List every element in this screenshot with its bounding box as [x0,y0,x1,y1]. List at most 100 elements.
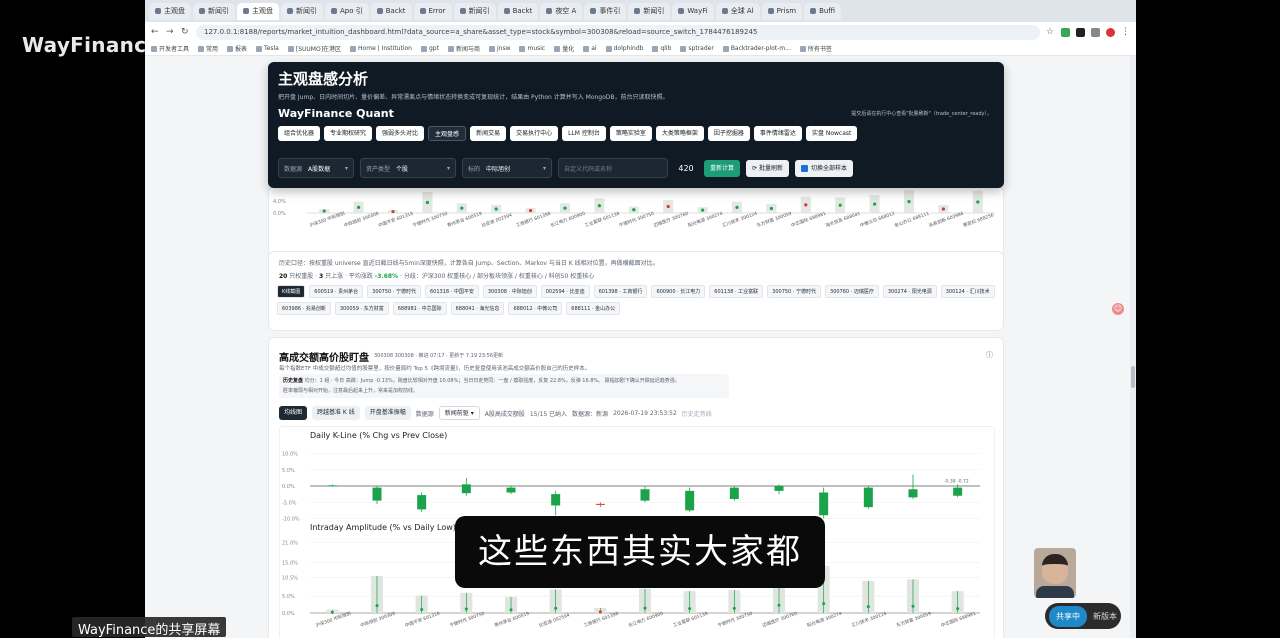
bookmark-label: [SUUMO]在港区 [295,46,342,53]
bookmark-item[interactable]: music [519,45,545,52]
bookmark-item[interactable]: qlib [652,45,671,52]
scrollbar-thumb[interactable] [1131,366,1135,388]
browser-tab[interactable]: 主观盘 [149,2,191,20]
back-icon[interactable]: ← [151,27,160,37]
symbol-chip[interactable]: 688981 · 中芯国际 [392,302,447,315]
module-nav-item[interactable]: 事件情绪雷达 [753,126,802,141]
bookmark-item[interactable]: Tesla [256,45,279,52]
forward-icon[interactable]: → [166,27,175,37]
symbol-chip[interactable]: 300059 · 东方财富 [334,302,389,315]
bookmark-item[interactable]: 所有书签 [799,44,832,53]
ledger-source-select[interactable]: 新闻前驱 ▾ [438,406,480,420]
browser-tab[interactable]: 新闻引 [453,2,496,20]
page-scrollbar[interactable] [1130,56,1136,638]
browser-tab[interactable]: Backt [370,2,412,20]
browser-tab[interactable]: Apo 引 [325,2,369,20]
floating-helper-icon[interactable]: ☺ [1112,303,1124,315]
browser-tab[interactable]: 主观盘 [237,2,279,20]
browser-tab[interactable]: Prism [761,2,803,20]
symbol-chip[interactable]: 002594 · 比亚迪 [540,285,590,298]
value-dot [632,208,636,212]
symbol-chip[interactable]: 300308 · 中际旭创 [482,285,537,298]
browser-tab[interactable]: WayFi [672,2,714,20]
info-icon[interactable]: ⓘ [986,350,993,360]
symbol-chip[interactable]: 600519 · 贵州茅台 [309,285,364,298]
browser-tab[interactable]: 新闻引 [193,2,235,20]
bookmark-item[interactable]: ai [583,45,597,52]
page-title: 主观盘感分析 [278,70,369,88]
symbol-chip[interactable]: 300124 · 汇川技术 [940,285,995,298]
browser-tab[interactable]: Error [413,2,452,20]
star-icon[interactable]: ☆ [1046,27,1055,37]
module-nav-item[interactable]: 强弱多头对比 [376,126,425,141]
extension-icon[interactable] [1091,27,1100,37]
y-tick-label: -5.0% [282,500,297,506]
extension-icon[interactable] [1076,27,1085,37]
symbol-chip[interactable]: 601398 · 工商银行 [593,285,648,298]
module-nav-item[interactable]: 专业期权研究 [324,126,373,141]
symbol-chip[interactable]: 688012 · 中微公司 [508,302,563,315]
bookmark-item[interactable]: jnsw [488,45,510,52]
bookmark-item[interactable]: Backtrader-plot-m... [722,45,791,52]
module-nav-item[interactable]: 策略实验室 [609,126,652,141]
menu-icon[interactable]: ⋮ [1121,27,1130,37]
asset-type-select[interactable]: 资产类型 个股 ▾ [360,158,456,178]
symbol-chip[interactable]: 688111 · 金山办公 [566,302,621,315]
bookmark-item[interactable]: sptrader [680,45,714,52]
browser-tab[interactable]: Buffi [804,2,842,20]
candle-body [551,494,561,506]
browser-tab[interactable]: 全球 Al [715,2,760,20]
address-input[interactable]: 127.0.0.1:8188/reports/market_intuition_… [196,24,1040,40]
folder-icon [799,45,806,52]
tab-kline[interactable]: 均线图 [279,406,308,420]
module-nav-item[interactable]: 新闻交易 [470,126,507,141]
module-nav-item[interactable]: 主观盘感 [428,126,467,141]
browser-tab[interactable]: 事件引 [584,2,627,20]
bookmark-item[interactable]: 开发者工具 [151,44,189,53]
batch-refresh-button[interactable]: ⟳ 批量刷新 [746,159,789,177]
bookmark-item[interactable]: 新闻与商 [447,44,480,53]
module-nav-item[interactable]: 大类策略框架 [655,126,704,141]
module-nav-item[interactable]: LLM 控制台 [562,126,606,141]
symbol-chip[interactable]: 601138 · 工业富联 [709,285,764,298]
meeting-watermark: WayFinance [22,33,161,57]
symbol-select[interactable]: 标的 中际旭创 ▾ [462,158,552,178]
bookmark-item[interactable]: gpt [420,45,439,52]
browser-tab[interactable]: 夜空 A [540,2,583,20]
module-nav-item[interactable]: 因子挖掘器 [707,126,750,141]
bookmark-item[interactable]: 量化 [554,44,574,53]
bookmark-item[interactable]: dolphindb [605,45,643,52]
browser-tab[interactable]: 新闻引 [628,2,671,20]
symbol-chip[interactable]: 300274 · 阳光电源 [882,285,937,298]
bookmark-item[interactable]: [SUUMO]在港区 [287,44,342,53]
bookmark-item[interactable]: Home | Institution [350,45,412,52]
symbol-chip[interactable]: 601318 · 中国平安 [425,285,479,298]
module-nav-item[interactable]: 组合优化器 [278,126,321,141]
symbol-chip[interactable]: 688041 · 海光信息 [450,302,505,315]
tab-open-amplitude[interactable]: 开盘基准振幅 [364,406,411,420]
profile-avatar[interactable] [1106,27,1115,37]
sharing-button[interactable]: 共享中 [1049,605,1087,627]
custom-symbol-input[interactable]: 自定义代码或名称 [558,158,668,178]
new-version-button[interactable]: 新版本 [1093,611,1117,622]
extension-icon[interactable] [1061,27,1070,37]
cross-universe-checkbox[interactable]: 切换全部样本 [794,159,853,177]
browser-tab[interactable]: 新闻引 [281,2,323,20]
bookmark-item[interactable]: 报表 [227,44,247,53]
module-nav-item[interactable]: 实盘 Nowcast [805,126,858,141]
symbol-chip[interactable]: K线截图 [277,285,306,298]
browser-tab[interactable]: Backt [497,2,539,20]
reload-icon[interactable]: ↻ [181,27,190,37]
symbol-chip[interactable]: 300750 · 宁德时代 [367,285,421,298]
symbol-chip[interactable]: 300760 · 迈瑞医疗 [825,285,879,298]
recompute-button[interactable]: 重新计算 [704,159,741,177]
symbol-chip[interactable]: 603986 · 兆易创新 [277,302,331,315]
symbol-chip[interactable]: 300750 · 宁德时代 [767,285,822,298]
bookmark-item[interactable]: 常用 [198,44,218,53]
data-source-select[interactable]: 数据源 A股数据 ▾ [278,158,354,178]
symbol-chip[interactable]: 600900 · 长江电力 [651,285,706,298]
bookmarks-bar: 开发者工具 常用 报表 Tesla [SUUMO]在港区 Home | Instituti… [145,42,1136,56]
module-nav-item[interactable]: 交易执行中心 [510,126,559,141]
tab-cross-kline[interactable]: 跨越基准 K 线 [312,406,360,420]
status-main: A股高成交额股 [484,410,525,418]
